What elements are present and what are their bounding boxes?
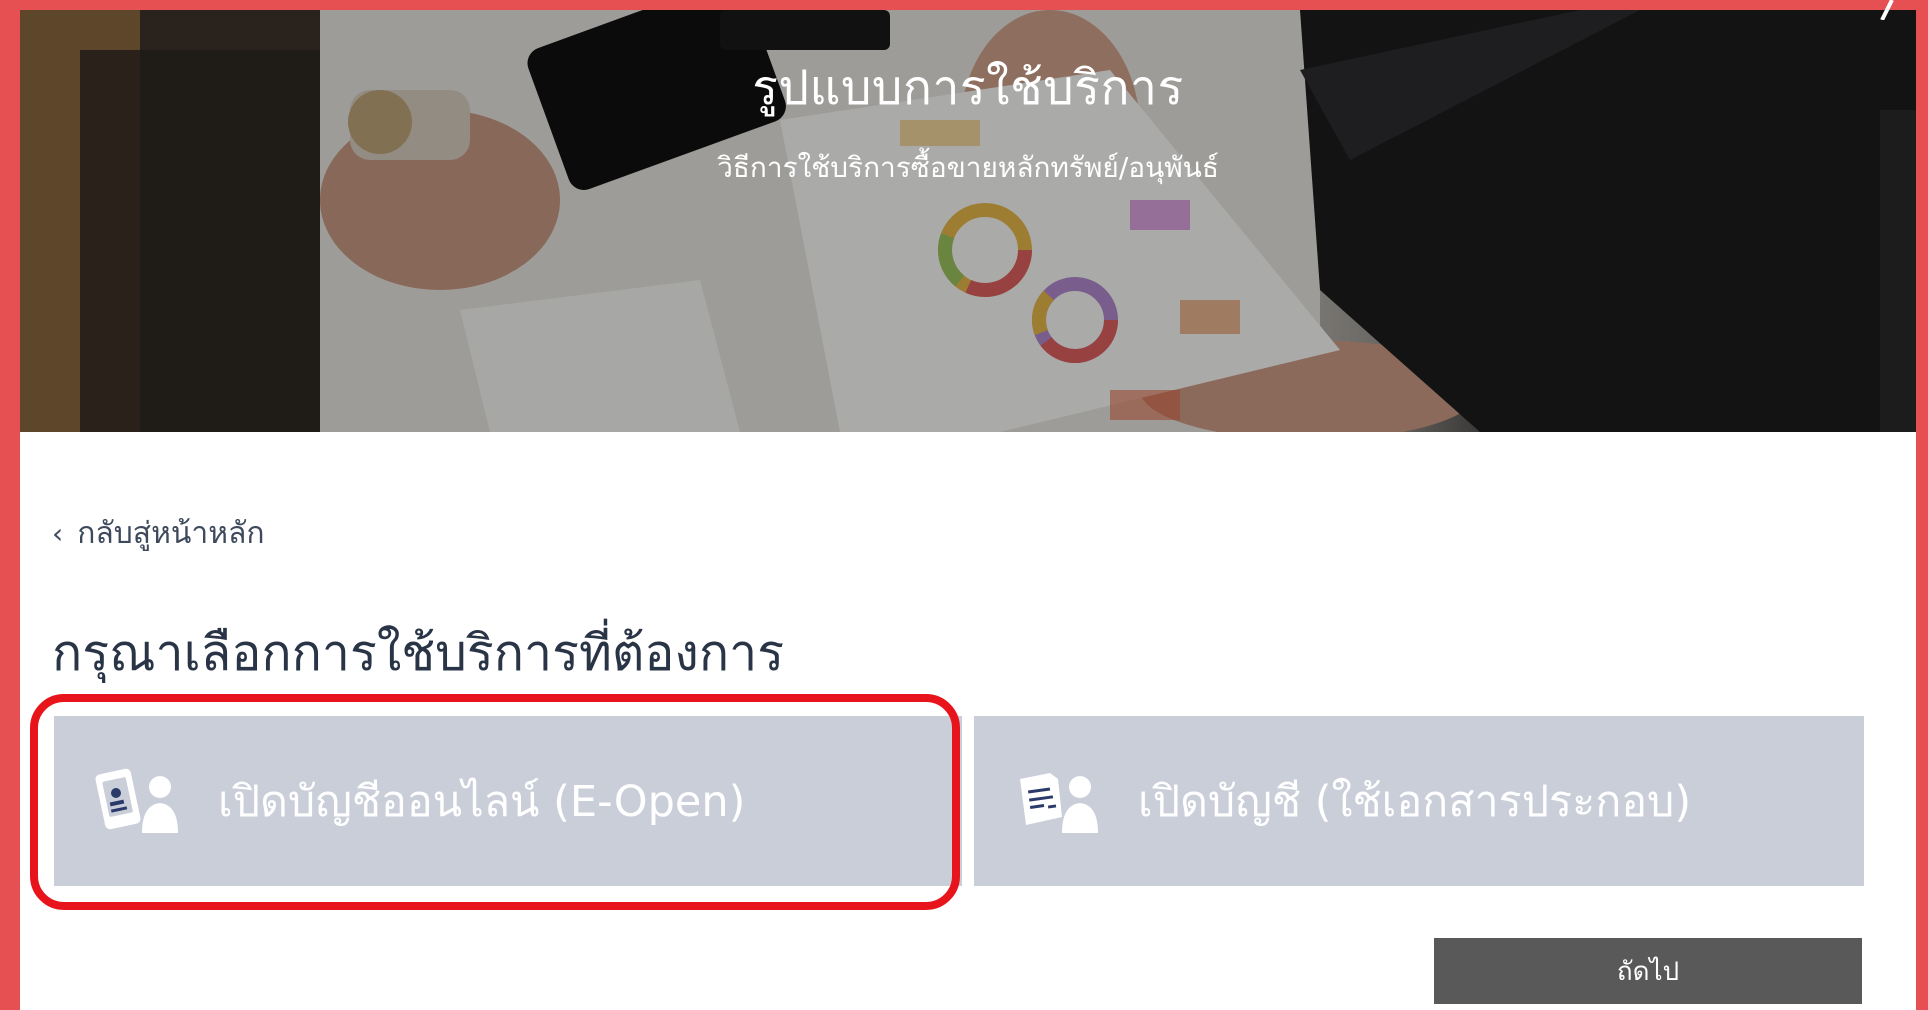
mobile-id-user-icon (95, 768, 178, 833)
back-link-label: กลับสู่หน้าหลัก (77, 516, 265, 551)
hero-subtitle: วิธีการใช้บริการซื้อขายหลักทรัพย์/อนุพัน… (717, 151, 1219, 184)
chevron-left-icon: ‹ (52, 517, 64, 550)
page-frame: รูปแบบการใช้บริการ วิธีการใช้บริการซื้อข… (20, 10, 1916, 1010)
corner-mark-icon (1880, 0, 1894, 20)
option-e-open-label: เปิดบัญชีออนไลน์ (E-Open) (218, 777, 746, 827)
back-to-home-link[interactable]: ‹ กลับสู่หน้าหลัก (52, 510, 265, 557)
option-e-open[interactable]: เปิดบัญชีออนไลน์ (E-Open) (54, 716, 962, 886)
document-user-icon (1020, 773, 1098, 833)
next-button[interactable]: ถัดไป (1434, 938, 1862, 1004)
hero-banner: รูปแบบการใช้บริการ วิธีการใช้บริการซื้อข… (20, 10, 1916, 432)
option-paper-open-label: เปิดบัญชี (ใช้เอกสารประกอบ) (1138, 777, 1692, 827)
page-heading: กรุณาเลือกการใช้บริการที่ต้องการ (52, 624, 785, 682)
hero-title: รูปแบบการใช้บริการ (752, 60, 1184, 116)
option-paper-open[interactable]: เปิดบัญชี (ใช้เอกสารประกอบ) (974, 716, 1864, 886)
